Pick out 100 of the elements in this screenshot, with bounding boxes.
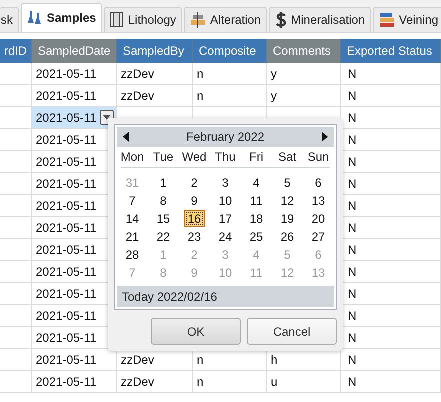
calendar-day[interactable]: 13 xyxy=(308,192,330,209)
table-cell: N xyxy=(341,283,441,305)
tab[interactable]: Lithology xyxy=(104,7,182,32)
table-cell: n xyxy=(193,63,267,85)
table-cell: 2021-05-11 xyxy=(32,63,117,85)
table-cell: N xyxy=(341,239,441,261)
calendar-day[interactable]: 16 xyxy=(184,210,206,227)
calendar-day[interactable]: 2 xyxy=(186,174,204,191)
table-cell xyxy=(0,239,32,261)
calendar-day[interactable]: 14 xyxy=(122,210,144,227)
table-cell: n xyxy=(193,349,267,371)
weekday-label: Mon xyxy=(120,149,146,166)
calendar-day[interactable]: 8 xyxy=(154,192,172,209)
calendar-day[interactable]: 4 xyxy=(248,174,266,191)
calendar-day[interactable]: 19 xyxy=(276,210,298,227)
tab[interactable]: Mineralisation xyxy=(269,7,372,32)
calendar-day[interactable]: 25 xyxy=(246,228,268,245)
ok-button[interactable]: OK xyxy=(151,318,241,345)
caret-icon xyxy=(103,115,111,120)
calendar-day[interactable]: 17 xyxy=(214,210,236,227)
table-cell xyxy=(0,107,32,129)
film-icon xyxy=(110,12,124,28)
table-cell: zzDev xyxy=(117,85,193,107)
cancel-button[interactable]: Cancel xyxy=(247,318,337,345)
weekday-label: Tue xyxy=(152,149,175,166)
table-cell: h xyxy=(267,349,341,371)
table-cell: u xyxy=(267,371,341,393)
dollar-icon xyxy=(275,12,288,28)
calendar-day[interactable]: 1 xyxy=(154,174,172,191)
calendar-day[interactable]: 20 xyxy=(308,210,330,227)
calendar-day[interactable]: 26 xyxy=(276,228,298,245)
calendar-day[interactable]: 5 xyxy=(278,174,296,191)
table-cell xyxy=(0,349,32,371)
column-header[interactable]: SampledDate xyxy=(32,39,117,63)
tab[interactable]: sk xyxy=(0,7,19,32)
table-cell: N xyxy=(341,151,441,173)
table-cell: N xyxy=(341,305,441,327)
table-cell xyxy=(0,217,32,239)
table-cell: y xyxy=(267,85,341,107)
bars-icon xyxy=(379,12,396,28)
column-header[interactable]: rdID xyxy=(0,39,32,63)
column-header[interactable]: Composite xyxy=(193,39,267,63)
table-cell: zzDev xyxy=(117,371,193,393)
calendar-day[interactable]: 6 xyxy=(310,174,328,191)
table-cell: n xyxy=(193,85,267,107)
flasks-icon xyxy=(27,10,43,26)
table-cell: 2021-05-11 xyxy=(32,107,117,129)
calendar-day[interactable]: 7 xyxy=(124,192,142,209)
weekday-label: Thu xyxy=(214,149,237,166)
column-header[interactable]: SampledBy xyxy=(117,39,193,63)
next-month-icon[interactable] xyxy=(322,132,328,142)
table-cell: 2021-05-11 xyxy=(32,349,117,371)
calendar-day[interactable]: 12 xyxy=(276,192,298,209)
table-cell xyxy=(0,151,32,173)
table-cell: N xyxy=(341,85,441,107)
weekday-label: Fri xyxy=(248,149,264,166)
calendar-day[interactable]: 22 xyxy=(152,228,174,245)
table-cell: n xyxy=(193,371,267,393)
weekday-label: Sun xyxy=(306,149,330,166)
calendar-day[interactable]: 3 xyxy=(216,174,234,191)
weekday-label: Sat xyxy=(277,149,298,166)
table-cell: N xyxy=(341,107,441,129)
month-title: February 2022 xyxy=(186,130,265,144)
table-cell: zzDev xyxy=(117,63,193,85)
column-header[interactable]: Exported Status xyxy=(341,39,441,63)
table-cell: 2021-05-11 xyxy=(32,85,117,107)
table-cell xyxy=(0,195,32,217)
today-link[interactable]: Today 2022/02/16 xyxy=(117,286,334,307)
table-cell: N xyxy=(341,371,441,393)
calendar-day[interactable]: 24 xyxy=(214,228,236,245)
calendar-day[interactable]: 9 xyxy=(186,192,204,209)
table-cell: y xyxy=(267,63,341,85)
calendar-day[interactable]: 23 xyxy=(184,228,206,245)
table-cell xyxy=(0,305,32,327)
calendar-day[interactable]: 21 xyxy=(122,228,144,245)
table-cell: N xyxy=(341,129,441,151)
weekday-label: Wed xyxy=(181,149,208,166)
tab[interactable]: Alteration xyxy=(184,7,268,32)
table-cell: N xyxy=(341,217,441,239)
calendar-day[interactable]: 15 xyxy=(152,210,174,227)
tab[interactable]: Veining xyxy=(373,7,441,32)
tab[interactable]: Samples xyxy=(21,3,102,32)
table-cell xyxy=(0,85,32,107)
calendar-day[interactable]: 18 xyxy=(246,210,268,227)
calendar-day[interactable]: 28 xyxy=(122,246,144,263)
table-cell xyxy=(0,327,32,349)
calendar-day[interactable]: 10 xyxy=(214,192,236,209)
previous-month-icon[interactable] xyxy=(123,132,129,142)
column-header[interactable]: Comments xyxy=(267,39,341,63)
table-cell: N xyxy=(341,63,441,85)
table-cell: N xyxy=(341,261,441,283)
table-cell: N xyxy=(341,195,441,217)
table-cell xyxy=(0,129,32,151)
table-cell xyxy=(0,173,32,195)
calendar-day[interactable]: 27 xyxy=(308,228,330,245)
table-cell: N xyxy=(341,173,441,195)
table-cell: N xyxy=(341,327,441,349)
table-cell xyxy=(0,261,32,283)
layers-icon xyxy=(190,12,206,28)
calendar-day[interactable]: 11 xyxy=(246,192,267,209)
